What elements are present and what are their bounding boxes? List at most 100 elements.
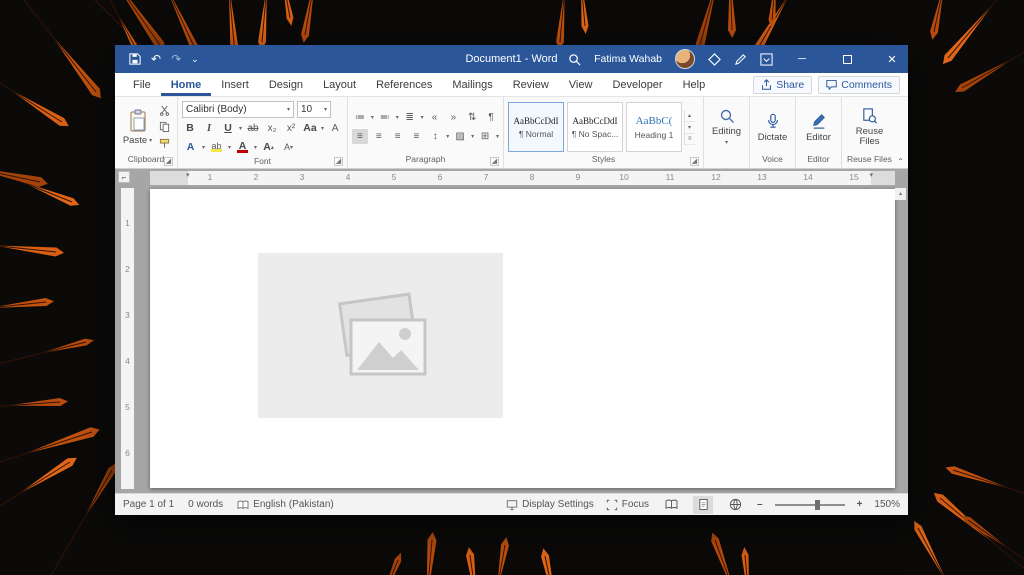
styles-scroll-down-icon[interactable]: ▾ [685,122,695,134]
line-spacing-dropdown[interactable]: ▾ [446,133,449,140]
web-layout-button[interactable] [725,496,745,514]
tab-references[interactable]: References [366,73,442,96]
borders-button[interactable]: ⊞ [477,129,493,144]
sort-button[interactable]: ⇅ [464,110,480,125]
style-card[interactable]: AaBbC(Heading 1 [626,102,682,152]
highlight-button[interactable]: ab [208,140,225,155]
numbering-button[interactable]: ≕ [377,110,393,125]
tab-developer[interactable]: Developer [602,73,672,96]
change-case-dropdown[interactable]: ▾ [321,125,324,132]
justify-button[interactable]: ≡ [409,129,425,144]
minimize-button[interactable]: ─ [786,45,818,73]
collapse-ribbon-icon[interactable]: ⌃ [897,157,904,166]
font-color-dropdown[interactable]: ▾ [254,144,257,151]
editor-button[interactable]: Editor [800,100,837,154]
read-mode-button[interactable] [661,496,681,514]
paste-button[interactable]: Paste ▾ [119,100,156,154]
underline-button[interactable]: U [220,121,236,136]
page-indicator[interactable]: Page 1 of 1 [123,499,174,510]
reuse-files-button[interactable]: Reuse Files [846,100,893,154]
comments-button[interactable]: Comments [818,75,900,94]
zoom-in-button[interactable]: + [857,499,863,510]
focus-button[interactable]: Focus [606,499,649,511]
highlight-dropdown[interactable]: ▾ [228,144,231,151]
dictate-button[interactable]: Dictate [754,100,791,154]
italic-button[interactable]: I [201,121,217,136]
tab-insert[interactable]: Insert [211,73,259,96]
style-card[interactable]: AaBbCcDdI ¶ No Spac... [567,102,623,152]
cut-icon[interactable] [156,103,173,118]
shading-button[interactable]: ▨ [452,129,468,144]
customize-qat-icon[interactable]: ⌄ [191,54,199,64]
text-effects-dropdown[interactable]: ▾ [202,144,205,151]
print-layout-button[interactable] [693,495,714,514]
maximize-button[interactable] [831,45,863,73]
styles-scroll-up-icon[interactable]: ▴ [685,110,695,122]
tab-file[interactable]: File [123,73,161,96]
word-count[interactable]: 0 words [188,499,223,510]
multilevel-dropdown[interactable]: ▾ [421,114,424,121]
redo-icon[interactable]: ↷ [171,53,181,65]
close-button[interactable]: ✕ [876,45,908,73]
share-button[interactable]: Share [753,75,813,94]
tab-view[interactable]: View [559,73,603,96]
tab-help[interactable]: Help [673,73,716,96]
paragraph-dialog-launcher[interactable]: ◢ [490,157,499,166]
search-icon[interactable] [568,53,581,66]
clipboard-dialog-launcher[interactable]: ◢ [164,157,173,166]
format-painter-icon[interactable] [156,136,173,151]
show-formatting-button[interactable]: ¶ [483,110,499,125]
undo-icon[interactable]: ↶ [151,53,161,65]
align-right-button[interactable]: ≡ [390,129,406,144]
line-spacing-button[interactable]: ↕ [427,129,443,144]
clear-formatting-button[interactable]: A [327,121,343,136]
pen-icon[interactable] [734,53,747,66]
font-family-combo[interactable]: Calibri (Body) ▾ [182,100,294,118]
zoom-slider[interactable] [774,499,845,510]
tab-mailings[interactable]: Mailings [442,73,502,96]
font-dialog-launcher[interactable]: ◢ [334,157,343,166]
styles-pane-icon[interactable]: ≡ [685,134,695,145]
ribbon-display-options-icon[interactable] [760,52,773,66]
indent-marker-right[interactable]: ▾ [869,171,873,179]
numbering-dropdown[interactable]: ▾ [396,114,399,121]
borders-dropdown[interactable]: ▾ [496,133,499,140]
bullets-button[interactable]: ≔ [352,110,368,125]
account-name[interactable]: Fatima Wahab [594,53,662,65]
indent-marker-left[interactable]: ▾ [186,171,190,179]
subscript-button[interactable]: x₂ [264,121,280,136]
shading-dropdown[interactable]: ▾ [471,133,474,140]
avatar[interactable] [675,49,695,69]
change-case-button[interactable]: Aa [302,121,318,136]
zoom-slider-thumb[interactable] [815,499,821,510]
zoom-level[interactable]: 150% [874,499,900,510]
copy-icon[interactable] [156,119,173,134]
strikethrough-button[interactable]: ab [245,121,261,136]
tab-layout[interactable]: Layout [313,73,366,96]
bold-button[interactable]: B [182,121,198,136]
decrease-indent-button[interactable]: « [427,110,443,125]
bullets-dropdown[interactable]: ▾ [371,114,374,121]
multilevel-list-button[interactable]: ≣ [402,110,418,125]
tab-selector[interactable]: ⌐ [118,171,130,183]
font-size-combo[interactable]: 10 ▾ [297,100,331,118]
editing-button[interactable]: Editing ▾ [708,100,745,154]
zoom-out-button[interactable]: – [757,499,763,510]
tab-home[interactable]: Home [161,73,212,96]
text-effects-button[interactable]: A [182,140,199,155]
document-page[interactable] [150,189,895,488]
tab-review[interactable]: Review [503,73,559,96]
scroll-up-icon[interactable]: ▴ [895,188,906,200]
increase-indent-button[interactable]: » [445,110,461,125]
shrink-font-button[interactable]: A ▾ [280,140,297,155]
style-card[interactable]: AaBbCcDdI ¶ Normal [508,102,564,152]
align-left-button[interactable]: ≡ [352,129,368,144]
language-indicator[interactable]: English (Pakistan) [237,499,334,510]
styles-dialog-launcher[interactable]: ◢ [690,157,699,166]
underline-dropdown[interactable]: ▾ [239,125,242,132]
display-settings-button[interactable]: Display Settings [506,499,594,511]
presence-diamond-icon[interactable] [708,52,721,66]
save-icon[interactable] [129,53,141,65]
align-center-button[interactable]: ≡ [371,129,387,144]
grow-font-button[interactable]: A ▴ [260,140,277,155]
